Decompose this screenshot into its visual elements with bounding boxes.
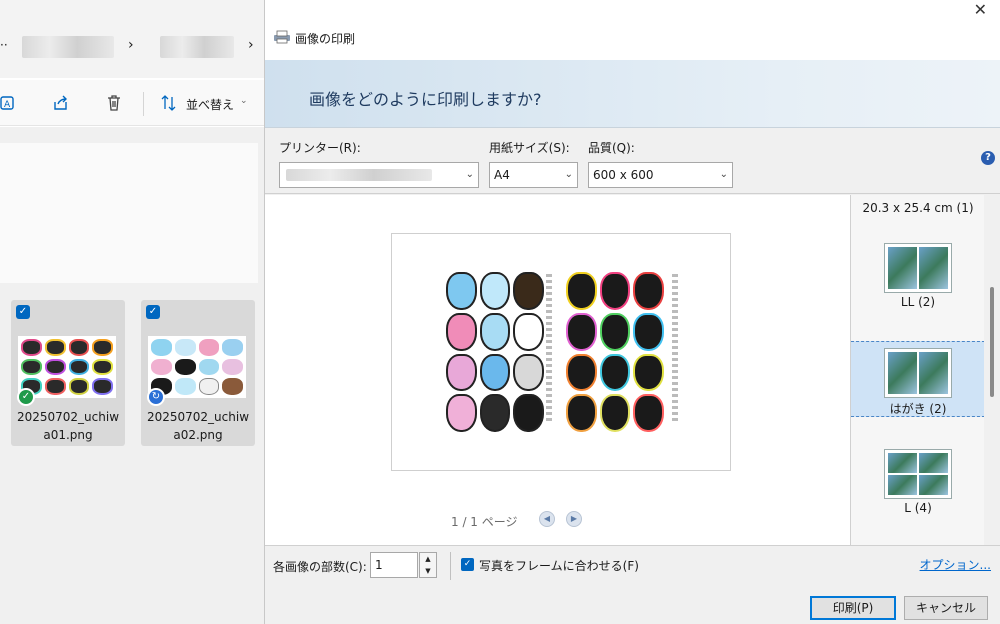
page-indicator: 1 / 1 ページ — [451, 515, 518, 529]
share-icon[interactable] — [52, 94, 70, 112]
breadcrumb-chevron-icon: › — [128, 37, 134, 53]
printer-name-blurred — [286, 169, 432, 181]
size-option-label: はがき (2) — [889, 402, 947, 416]
address-bar[interactable]: ·· › › — [0, 28, 264, 68]
file-explorer-window: ·· › › A 並べ替え ⌄ ✓ ✓ 20250702_uchiwa01.pn… — [0, 0, 264, 624]
paper-size-select[interactable]: A4 ⌄ — [489, 162, 578, 188]
breadcrumb-chevron-icon: › — [248, 37, 254, 53]
close-icon[interactable]: ✕ — [974, 0, 987, 19]
copies-label: 各画像の部数(C): — [273, 560, 367, 574]
sync-complete-icon: ✓ — [17, 388, 35, 406]
size-option-label: LL (2) — [900, 295, 936, 309]
dialog-heading: 画像をどのように印刷しますか? — [309, 90, 542, 109]
chevron-down-icon: ⌄ — [719, 169, 728, 180]
size-list-scrollbar[interactable] — [984, 195, 1000, 545]
file-item[interactable]: ✓ ✓ 20250702_uchiwa01.png — [11, 300, 125, 446]
print-preview-area: 1 / 1 ページ ◀ ▶ — [265, 195, 850, 545]
file-thumbnail — [148, 336, 246, 398]
printer-label: プリンター(R): — [279, 141, 361, 155]
help-icon[interactable]: ? — [981, 151, 995, 165]
file-item[interactable]: ✓ ↻ 20250702_uchiwa02.png — [141, 300, 255, 446]
preview-image-1 — [446, 272, 544, 432]
explorer-blank-panel — [0, 143, 258, 283]
file-name: 20250702_uchiwa01.png — [16, 410, 120, 442]
chevron-down-icon[interactable]: ⌄ — [240, 96, 248, 106]
quality-label: 品質(Q): — [588, 141, 635, 155]
size-option-l[interactable]: L (4) — [851, 443, 985, 519]
syncing-icon: ↻ — [147, 388, 165, 406]
dialog-title: 画像の印刷 — [295, 32, 356, 46]
fit-to-frame-label[interactable]: 写真をフレームに合わせる(F) — [479, 557, 639, 574]
footer-divider — [450, 552, 451, 580]
copies-input[interactable]: 1 — [370, 552, 418, 578]
more-icon[interactable]: ·· — [0, 38, 8, 52]
size-option-label: L (4) — [904, 501, 932, 515]
delete-icon[interactable] — [105, 94, 123, 112]
preview-page — [391, 233, 731, 471]
dialog-titlebar: 画像の印刷 ✕ — [265, 0, 1000, 60]
previous-page-icon[interactable]: ◀ — [539, 511, 555, 527]
breadcrumb-segment-blurred[interactable] — [160, 36, 234, 58]
size-option-hagaki[interactable]: はがき (2) — [851, 341, 985, 417]
dialog-header-band: 画像をどのように印刷しますか? — [265, 60, 1000, 128]
rename-icon[interactable]: A — [0, 94, 18, 112]
size-option-ll[interactable]: LL (2) — [851, 237, 985, 313]
paper-size-label: 用紙サイズ(S): — [489, 141, 570, 155]
explorer-toolbar: A 並べ替え ⌄ — [0, 80, 264, 126]
printer-select[interactable]: ⌄ — [279, 162, 479, 188]
print-options-row: プリンター(R): ⌄ 用紙サイズ(S): A4 ⌄ 品質(Q): 600 x … — [265, 129, 1000, 194]
fit-to-frame-checkbox[interactable]: ✓ — [461, 558, 474, 571]
next-page-icon[interactable]: ▶ — [566, 511, 582, 527]
sort-icon[interactable] — [160, 94, 178, 112]
size-option-label[interactable]: 20.3 x 25.4 cm (1) — [851, 201, 985, 215]
size-thumbnail — [884, 243, 952, 293]
photo-size-list: 20.3 x 25.4 cm (1) LL (2) はがき (2) L (4) — [850, 195, 1000, 545]
dialog-footer: 各画像の部数(C): 1 ▲ ▼ ✓ 写真をフレームに合わせる(F) オプション… — [265, 545, 1000, 624]
paper-size-value: A4 — [494, 168, 510, 182]
svg-text:A: A — [4, 100, 11, 110]
checkbox-checked-icon[interactable]: ✓ — [146, 305, 160, 319]
chevron-down-icon: ⌄ — [564, 169, 573, 180]
toolbar-divider — [143, 92, 144, 116]
copies-stepper[interactable]: ▲ ▼ — [419, 552, 437, 578]
preview-watermark-text — [672, 274, 678, 424]
size-thumbnail — [884, 449, 952, 499]
file-thumbnail — [18, 336, 116, 398]
file-name: 20250702_uchiwa02.png — [146, 410, 250, 442]
stepper-up-icon[interactable]: ▲ — [420, 553, 436, 565]
options-link[interactable]: オプション... — [920, 556, 991, 573]
size-thumbnail — [884, 348, 952, 398]
cancel-button[interactable]: キャンセル — [904, 596, 988, 620]
breadcrumb-segment-blurred[interactable] — [22, 36, 114, 58]
print-button[interactable]: 印刷(P) — [810, 596, 896, 620]
quality-value: 600 x 600 — [593, 168, 654, 182]
sort-button-label[interactable]: 並べ替え — [186, 96, 234, 113]
chevron-down-icon: ⌄ — [465, 169, 474, 180]
scrollbar-thumb[interactable] — [990, 287, 994, 397]
print-pictures-dialog: 画像の印刷 ✕ 画像をどのように印刷しますか? プリンター(R): ⌄ 用紙サイ… — [264, 0, 1000, 624]
preview-watermark-text — [546, 274, 552, 424]
checkbox-checked-icon[interactable]: ✓ — [16, 305, 30, 319]
stepper-down-icon[interactable]: ▼ — [420, 565, 436, 577]
printer-icon — [273, 30, 291, 47]
preview-image-2 — [566, 272, 664, 432]
quality-select[interactable]: 600 x 600 ⌄ — [588, 162, 733, 188]
